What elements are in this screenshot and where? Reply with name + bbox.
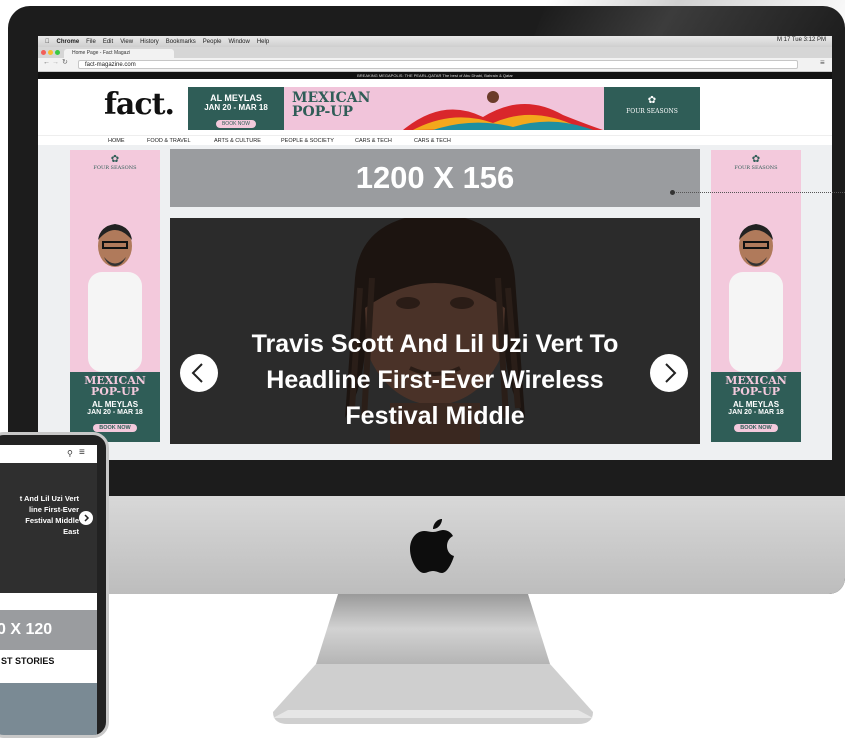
top-banner-ad[interactable]: AL MEYLAS JAN 20 - MAR 18 BOOK NOW MEXIC… — [188, 87, 700, 130]
menu-history[interactable]: History — [140, 39, 159, 45]
reload-icon[interactable]: ↻ — [62, 58, 68, 66]
side-ad-dates: JAN 20 - MAR 18 — [728, 409, 784, 416]
side-ad-venue: AL MEYLAS — [91, 400, 139, 409]
back-icon[interactable]: ← — [43, 59, 50, 66]
browser-screen:  Chrome File Edit View History Bookmark… — [38, 36, 832, 460]
breaking-strip: BREAKING MEGAPOLIS: THE PEARL-QATAR The … — [38, 72, 832, 79]
banner-brand-panel: ✿ FOUR SEASONS — [604, 87, 700, 130]
site-logo[interactable]: fact. — [104, 87, 175, 122]
banner-book-button[interactable]: BOOK NOW — [215, 120, 257, 128]
phone-hero-slider[interactable]: t And Lil Uzi Vert line First-Ever Festi… — [0, 463, 97, 593]
leaderboard-ad-slot[interactable]: 1200 X 156 — [170, 149, 700, 207]
tab-bar: Home Page - Fact Magazi — [38, 47, 832, 58]
banner-headline-1: MEXICAN — [292, 90, 371, 106]
nav-people-society[interactable]: PEOPLE & SOCIETY — [281, 138, 334, 144]
dancer-illustration — [403, 91, 603, 130]
menu-icon[interactable]: ≡ — [820, 58, 825, 67]
phone-slide-title: t And Lil Uzi Vert line First-Ever Festi… — [19, 494, 79, 536]
phone-menu-icon[interactable]: ≡ — [79, 447, 85, 458]
maximize-window-icon[interactable] — [55, 50, 60, 55]
nav-food-travel[interactable]: FOOD & TRAVEL — [147, 138, 191, 144]
forward-icon[interactable]: → — [52, 59, 59, 66]
banner-brand: FOUR SEASONS — [626, 108, 678, 115]
menu-people[interactable]: People — [203, 39, 222, 45]
phone-search-icon[interactable]: ⚲ — [67, 449, 73, 458]
banner-venue-panel: AL MEYLAS JAN 20 - MAR 18 BOOK NOW — [188, 87, 284, 130]
phone-next-button[interactable] — [79, 511, 93, 525]
close-window-icon[interactable] — [41, 50, 46, 55]
nav-cars-tech[interactable]: CARS & TECH — [355, 138, 392, 144]
side-ad-headline-2: POP-UP — [732, 385, 780, 398]
callout-dot — [670, 190, 675, 195]
chevron-left-icon — [191, 363, 203, 383]
apple-logo-icon — [410, 519, 454, 573]
side-ad-book-button[interactable]: BOOK NOW — [734, 424, 778, 432]
monitor-gloss — [532, 0, 845, 40]
chevron-right-icon — [84, 514, 90, 522]
side-ad-brand-text: FOUR SEASONS — [734, 165, 778, 171]
side-ad-dates: JAN 20 - MAR 18 — [87, 409, 143, 416]
side-ad-promo: MEXICAN POP-UP AL MEYLAS JAN 20 - MAR 18… — [711, 372, 801, 442]
side-ad-brand: ✿ FOUR SEASONS — [711, 154, 801, 171]
phone-story-image[interactable] — [0, 683, 97, 735]
nav-home[interactable]: HOME — [108, 138, 125, 144]
chef-photo — [729, 224, 783, 372]
menu-window[interactable]: Window — [228, 39, 249, 45]
site-header: fact. AL MEYLAS JAN 20 - MAR 18 BOOK NOW… — [38, 79, 832, 135]
browser-tab[interactable]: Home Page - Fact Magazi — [64, 49, 174, 58]
side-ad-brand-text: FOUR SEASONS — [93, 165, 137, 171]
side-ad-brand: ✿ FOUR SEASONS — [70, 154, 160, 171]
menu-file[interactable]: File — [86, 39, 96, 45]
minimize-window-icon[interactable] — [48, 50, 53, 55]
chef-photo — [88, 224, 142, 372]
side-ad-headline-2: POP-UP — [91, 385, 139, 398]
menu-bookmarks[interactable]: Bookmarks — [166, 39, 196, 45]
url-input[interactable]: fact-magazine.com — [78, 60, 798, 69]
left-side-ad[interactable]: ✿ FOUR SEASONS MEXICAN POP-UP AL MEYLAS J… — [70, 150, 160, 442]
callout-line — [672, 192, 845, 194]
phone-screen: ⚲ ≡ t And Lil Uzi Vert line First-Ever F… — [0, 445, 97, 735]
banner-headline: MEXICAN POP-UP — [292, 91, 370, 119]
menu-edit[interactable]: Edit — [103, 39, 113, 45]
smartphone: ⚲ ≡ t And Lil Uzi Vert line First-Ever F… — [0, 432, 109, 738]
nav-arts-culture[interactable]: ARTS & CULTURE — [214, 138, 261, 144]
hero-slide-title[interactable]: Travis Scott And Lil Uzi Vert To Headlin… — [220, 326, 650, 434]
side-ad-venue: AL MEYLAS — [732, 400, 780, 409]
monitor-stand — [273, 594, 593, 724]
menubar-status: M 17 Tue 3:12 PM — [776, 37, 826, 43]
banner-venue: AL MEYLAS — [210, 93, 262, 103]
menu-view[interactable]: View — [120, 39, 133, 45]
mac-menubar:  Chrome File Edit View History Bookmark… — [38, 36, 832, 47]
website: BREAKING MEGAPOLIS: THE PEARL-QATAR The … — [38, 72, 832, 460]
phone-ad-slot[interactable]: 0 X 120 — [0, 610, 97, 650]
slider-prev-button[interactable] — [180, 354, 218, 392]
apple-menu-icon[interactable]:  — [45, 39, 50, 45]
slider-next-button[interactable] — [650, 354, 688, 392]
nav-cars-tech-2[interactable]: CARS & TECH — [414, 138, 451, 144]
banner-dates: JAN 20 - MAR 18 — [204, 103, 268, 112]
address-bar: ← → ↻ fact-magazine.com ≡ — [38, 58, 832, 72]
banner-headline-2: POP-UP — [292, 104, 354, 120]
hero-slider[interactable]: Travis Scott And Lil Uzi Vert To Headlin… — [170, 218, 700, 444]
phone-section-title: ST STORIES — [1, 656, 55, 666]
menu-chrome[interactable]: Chrome — [57, 39, 80, 45]
chevron-right-icon — [665, 363, 677, 383]
four-seasons-icon: ✿ — [647, 95, 657, 106]
menu-help[interactable]: Help — [257, 39, 269, 45]
side-ad-book-button[interactable]: BOOK NOW — [93, 424, 137, 432]
